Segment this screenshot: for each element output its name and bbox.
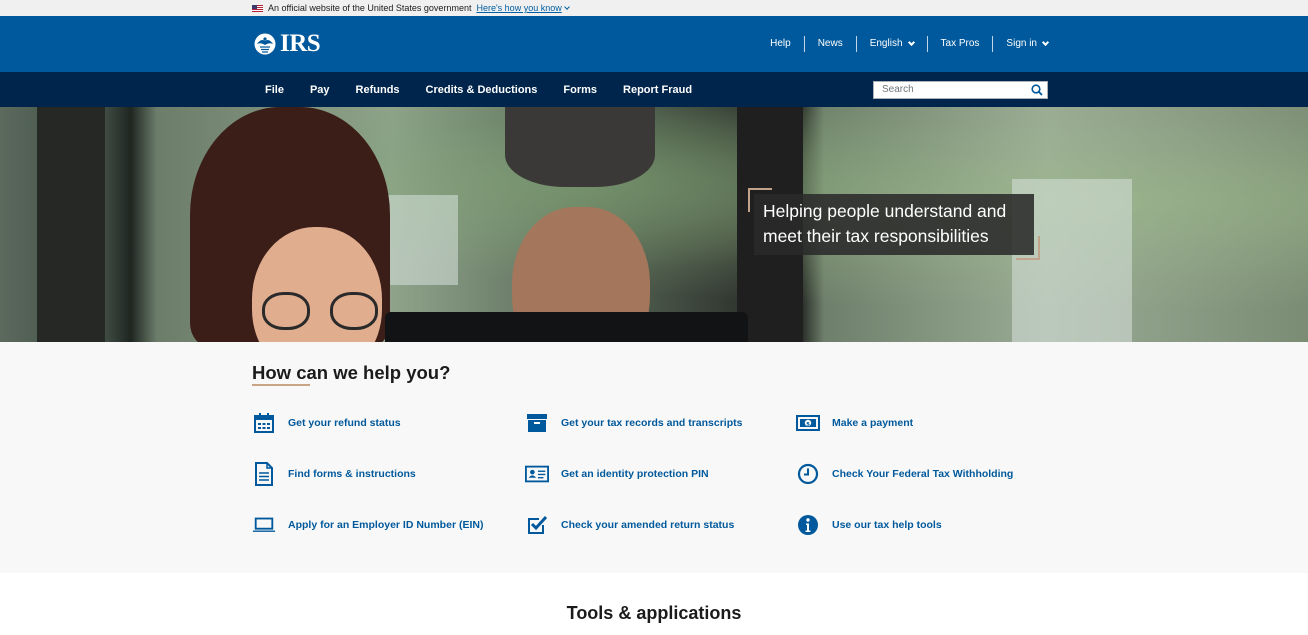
title-underline — [252, 384, 310, 386]
identity-pin-link[interactable]: Get an identity protection PIN — [525, 462, 709, 486]
nav-file[interactable]: File — [252, 84, 297, 96]
sign-in-menu[interactable]: Sign in — [992, 36, 1050, 52]
nav-credits-deductions[interactable]: Credits & Deductions — [413, 84, 551, 96]
tax-withholding-link[interactable]: Check Your Federal Tax Withholding — [796, 462, 1013, 486]
employer-id-link[interactable]: Apply for an Employer ID Number (EIN) — [252, 513, 483, 537]
laptop-image — [385, 312, 748, 342]
news-link[interactable]: News — [803, 36, 856, 52]
nav-report-fraud[interactable]: Report Fraud — [610, 84, 705, 96]
chevron-down-icon — [563, 4, 570, 10]
nav-pay[interactable]: Pay — [297, 84, 343, 96]
dollar-bill-icon: $ — [796, 411, 820, 435]
tools-heading: Tools & applications — [566, 603, 742, 623]
search-input[interactable] — [882, 84, 1022, 95]
nav-forms[interactable]: Forms — [550, 84, 610, 96]
irs-logo[interactable]: IRS — [252, 30, 321, 58]
heres-how-you-know-link[interactable]: Here's how you know — [476, 3, 570, 13]
main-nav: File Pay Refunds Credits & Deductions Fo… — [0, 72, 1308, 107]
svg-text:$: $ — [806, 421, 810, 427]
clock-icon — [796, 462, 820, 486]
laptop-icon — [252, 513, 276, 537]
tax-pros-link[interactable]: Tax Pros — [926, 36, 993, 52]
hero-caption: Helping people understand and meet their… — [754, 194, 1034, 255]
site-header: IRS Help News English Tax Pros Sign in — [0, 16, 1308, 72]
help-title: How can we help you? — [252, 362, 451, 383]
hero-banner: Helping people understand and meet their… — [0, 107, 1308, 342]
find-forms-link[interactable]: Find forms & instructions — [252, 462, 416, 486]
us-flag-icon — [252, 4, 263, 12]
chevron-down-icon — [1041, 38, 1050, 46]
id-card-icon — [525, 462, 549, 486]
help-section: How can we help you? Get your refund sta… — [0, 342, 1308, 573]
nav-refunds[interactable]: Refunds — [343, 84, 413, 96]
refund-status-link[interactable]: Get your refund status — [252, 411, 401, 435]
tax-records-link[interactable]: Get your tax records and transcripts — [525, 411, 742, 435]
utility-nav: Help News English Tax Pros Sign in — [757, 36, 1050, 52]
chevron-down-icon — [907, 38, 915, 46]
tax-help-tools-link[interactable]: Use our tax help tools — [796, 513, 942, 537]
document-icon — [252, 462, 276, 486]
language-selector[interactable]: English — [855, 36, 927, 52]
eagle-icon — [254, 33, 276, 55]
gov-banner: An official website of the United States… — [0, 0, 1308, 16]
search-icon[interactable] — [1031, 83, 1043, 96]
make-payment-link[interactable]: $ Make a payment — [796, 411, 913, 435]
info-icon — [796, 513, 820, 537]
calendar-icon — [252, 411, 276, 435]
logo-text: IRS — [280, 30, 321, 57]
amended-return-link[interactable]: Check your amended return status — [525, 513, 734, 537]
gov-banner-text: An official website of the United States… — [268, 3, 472, 13]
help-link[interactable]: Help — [757, 36, 804, 52]
checkbox-icon — [525, 513, 549, 537]
archive-box-icon — [525, 411, 549, 435]
search-box — [873, 80, 1048, 99]
